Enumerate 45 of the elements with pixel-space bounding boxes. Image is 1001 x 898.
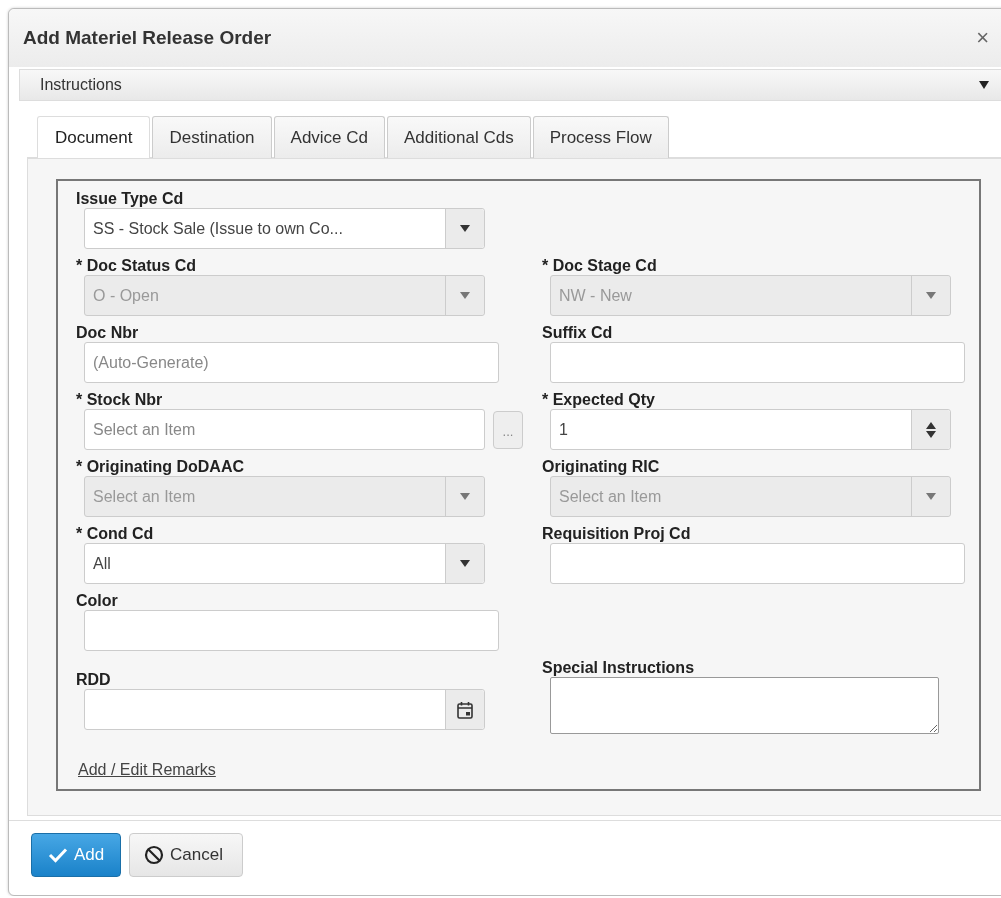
tab[interactable]: Process Flow — [532, 116, 669, 158]
date-field[interactable] — [84, 689, 485, 730]
caret-icon — [460, 292, 470, 299]
field-label: Color — [76, 591, 119, 610]
remarks-link[interactable]: Add / Edit Remarks — [78, 761, 216, 779]
close-button[interactable]: × — [976, 25, 989, 51]
instructions-bar[interactable]: Instructions — [19, 69, 1001, 101]
field-label: * Cond Cd — [76, 524, 155, 543]
field-label: Originating RIC — [542, 457, 661, 476]
field-label: * Expected Qty — [542, 390, 656, 409]
caret-icon — [926, 493, 936, 500]
caret-icon — [460, 560, 470, 567]
caret-icon — [460, 225, 470, 232]
input-field[interactable]: (Auto-Generate) — [84, 342, 499, 383]
tab[interactable]: Destination — [152, 116, 272, 158]
caret-icon — [926, 292, 936, 299]
field-label: * Originating DoDAAC — [76, 457, 245, 476]
dropdown-field[interactable]: SS - Stock Sale (Issue to own Co... — [84, 208, 485, 249]
check-icon — [47, 847, 68, 863]
field-label: RDD — [76, 670, 112, 689]
input-field[interactable]: Select an Item — [84, 409, 485, 450]
field-label: Requisition Proj Cd — [542, 524, 692, 543]
cancel-button[interactable]: Cancel — [129, 833, 243, 877]
field-label: Special Instructions — [542, 658, 696, 677]
tab[interactable]: Document — [37, 116, 151, 158]
input-field[interactable] — [84, 610, 499, 651]
tab[interactable]: Additional Cds — [387, 116, 531, 158]
ban-icon — [144, 845, 164, 865]
text-area[interactable] — [550, 677, 939, 734]
tab[interactable]: Advice Cd — [273, 116, 386, 158]
input-field[interactable] — [550, 543, 965, 584]
dialog-title: Add Materiel Release Order — [23, 27, 273, 49]
input-field[interactable] — [550, 342, 965, 383]
calendar-icon[interactable] — [457, 700, 473, 719]
field-label: * Doc Stage Cd — [542, 256, 658, 275]
field-label: Suffix Cd — [542, 323, 614, 342]
number-field[interactable]: 1 — [550, 409, 951, 450]
field-label: * Doc Status Cd — [76, 256, 197, 275]
field-label: Doc Nbr — [76, 323, 140, 342]
caret-icon — [460, 493, 470, 500]
spinner-icon[interactable] — [926, 421, 936, 438]
field-label: * Stock Nbr — [76, 390, 164, 409]
dropdown-field[interactable]: All — [84, 543, 485, 584]
instructions-label: Instructions — [40, 76, 123, 94]
field-label: Issue Type Cd — [76, 189, 185, 208]
